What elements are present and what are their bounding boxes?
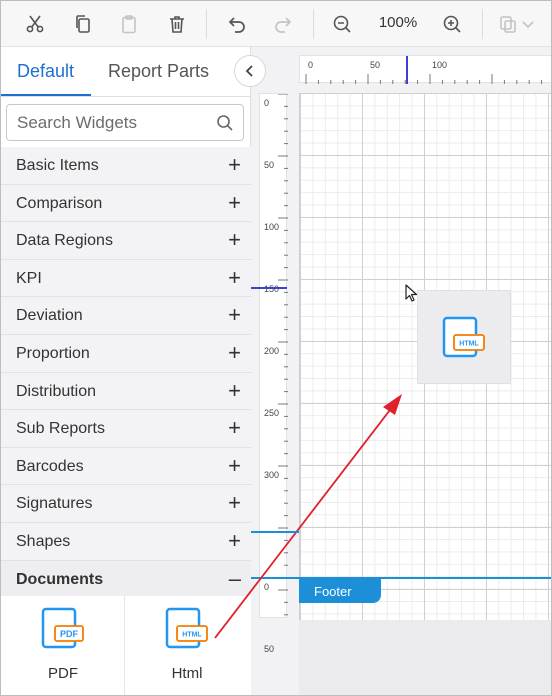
- ruler-label: 0: [264, 582, 270, 592]
- ruler-label: 50: [264, 160, 275, 170]
- ruler-label: 100: [432, 60, 448, 70]
- category-data-regions[interactable]: Data Regions +: [1, 222, 251, 260]
- expand-icon[interactable]: +: [228, 379, 241, 401]
- pdf-icon: PDF: [41, 607, 84, 649]
- category-barcodes[interactable]: Barcodes +: [1, 447, 251, 486]
- category-label: KPI: [16, 269, 42, 287]
- ruler-label: 0: [264, 98, 270, 108]
- category-label: Comparison: [16, 194, 103, 212]
- pdf-icon-text: PDF: [60, 629, 79, 639]
- zoom-in-icon[interactable]: [438, 10, 466, 38]
- ruler-label: 150: [264, 284, 280, 294]
- redo-icon: [269, 10, 297, 38]
- category-distribution[interactable]: Distribution +: [1, 372, 251, 411]
- widget-label: Html: [171, 665, 203, 682]
- ruler-label: 250: [264, 408, 280, 418]
- expand-icon[interactable]: +: [228, 492, 241, 514]
- design-area: 0 50 100 0 50 100 150 200 250 300 0 50 H…: [251, 47, 551, 695]
- category-label: Distribution: [16, 382, 97, 400]
- vertical-ruler-cursor-marker: [251, 287, 287, 289]
- footer-section-tab[interactable]: Footer: [299, 579, 381, 603]
- copy-icon[interactable]: [69, 10, 97, 38]
- search-icon[interactable]: [216, 114, 234, 132]
- category-signatures[interactable]: Signatures +: [1, 485, 251, 523]
- chevron-down-icon: [518, 10, 538, 38]
- html-icon-text: HTML: [459, 341, 479, 348]
- footer-label: Footer: [314, 584, 352, 599]
- category-kpi[interactable]: KPI +: [1, 259, 251, 298]
- cut-icon[interactable]: [21, 10, 49, 38]
- expand-icon[interactable]: +: [228, 417, 241, 439]
- zoom-level[interactable]: 100%: [373, 14, 423, 31]
- canvas-background: [299, 620, 551, 695]
- category-label: Deviation: [16, 307, 83, 325]
- chevron-left-icon: [245, 65, 253, 77]
- ruler-label: 0: [308, 60, 314, 70]
- search-input[interactable]: [17, 112, 207, 134]
- ruler-label: 50: [370, 60, 381, 70]
- horizontal-ruler-ticks: [305, 56, 543, 84]
- html-icon: HTML: [165, 607, 208, 649]
- html-icon: HTML: [442, 316, 485, 358]
- horizontal-ruler: 0 50 100: [299, 55, 551, 84]
- widget-html[interactable]: HTML Html: [125, 596, 249, 695]
- zoom-out-icon[interactable]: [328, 10, 356, 38]
- category-proportion[interactable]: Proportion +: [1, 335, 251, 373]
- mouse-cursor-icon: [405, 284, 418, 302]
- category-label: Shapes: [16, 533, 71, 550]
- category-deviation[interactable]: Deviation +: [1, 297, 251, 335]
- collapse-panel-button[interactable]: [234, 55, 266, 87]
- toolbar-separator: [206, 9, 207, 39]
- toolbar-separator: [482, 9, 483, 39]
- category-sub-reports[interactable]: Sub Reports +: [1, 410, 251, 448]
- tab-default[interactable]: Default: [17, 61, 74, 82]
- category-basic-items[interactable]: Basic Items +: [1, 147, 251, 185]
- drag-preview-html: HTML: [417, 290, 511, 384]
- collapse-icon[interactable]: –: [229, 567, 241, 589]
- footer-separator: [251, 577, 551, 579]
- category-shapes[interactable]: Shapes +: [1, 523, 251, 561]
- toolbar: 100%: [1, 1, 551, 47]
- undo-icon[interactable]: [223, 10, 251, 38]
- expand-icon[interactable]: +: [228, 229, 241, 251]
- ruler-label: 200: [264, 346, 280, 356]
- expand-icon[interactable]: +: [228, 266, 241, 288]
- category-label: Data Regions: [16, 232, 113, 250]
- report-designer: 100% Default Report Parts Basic Items +: [0, 0, 552, 696]
- tab-report-parts[interactable]: Report Parts: [108, 61, 209, 82]
- widget-pdf[interactable]: PDF PDF: [1, 596, 125, 695]
- toolbar-separator: [313, 9, 314, 39]
- ruler-label: 100: [264, 222, 280, 232]
- category-label: Documents: [16, 570, 104, 588]
- widget-panel: Default Report Parts Basic Items + Compa…: [1, 47, 266, 695]
- ruler-label: 300: [264, 470, 280, 480]
- active-tab-indicator: [1, 94, 91, 96]
- search-box: [6, 104, 244, 141]
- html-icon-text: HTML: [182, 632, 202, 639]
- delete-icon[interactable]: [163, 10, 191, 38]
- expand-icon[interactable]: +: [228, 342, 241, 364]
- expand-icon[interactable]: +: [228, 304, 241, 326]
- ruler-label: 50: [264, 644, 275, 654]
- widget-label: PDF: [48, 665, 78, 682]
- expand-icon[interactable]: +: [228, 154, 241, 176]
- paste-icon: [115, 10, 143, 38]
- panel-tabs: Default Report Parts: [1, 47, 251, 97]
- expand-icon[interactable]: +: [228, 191, 241, 213]
- category-label: Sub Reports: [16, 420, 105, 438]
- vertical-ruler: 0 50 100 150 200 250 300 0 50: [259, 93, 288, 654]
- expand-icon[interactable]: +: [228, 454, 241, 476]
- documents-widgets: PDF PDF HTML Html: [1, 596, 251, 695]
- category-documents[interactable]: Documents –: [1, 560, 251, 597]
- vertical-ruler-ticks: [278, 94, 288, 616]
- footer-separator-left: [251, 531, 299, 533]
- category-comparison[interactable]: Comparison +: [1, 184, 251, 223]
- category-label: Basic Items: [16, 157, 99, 174]
- category-label: Proportion: [16, 345, 90, 362]
- category-label: Signatures: [16, 495, 93, 513]
- expand-icon[interactable]: +: [228, 530, 241, 552]
- category-label: Barcodes: [16, 457, 84, 475]
